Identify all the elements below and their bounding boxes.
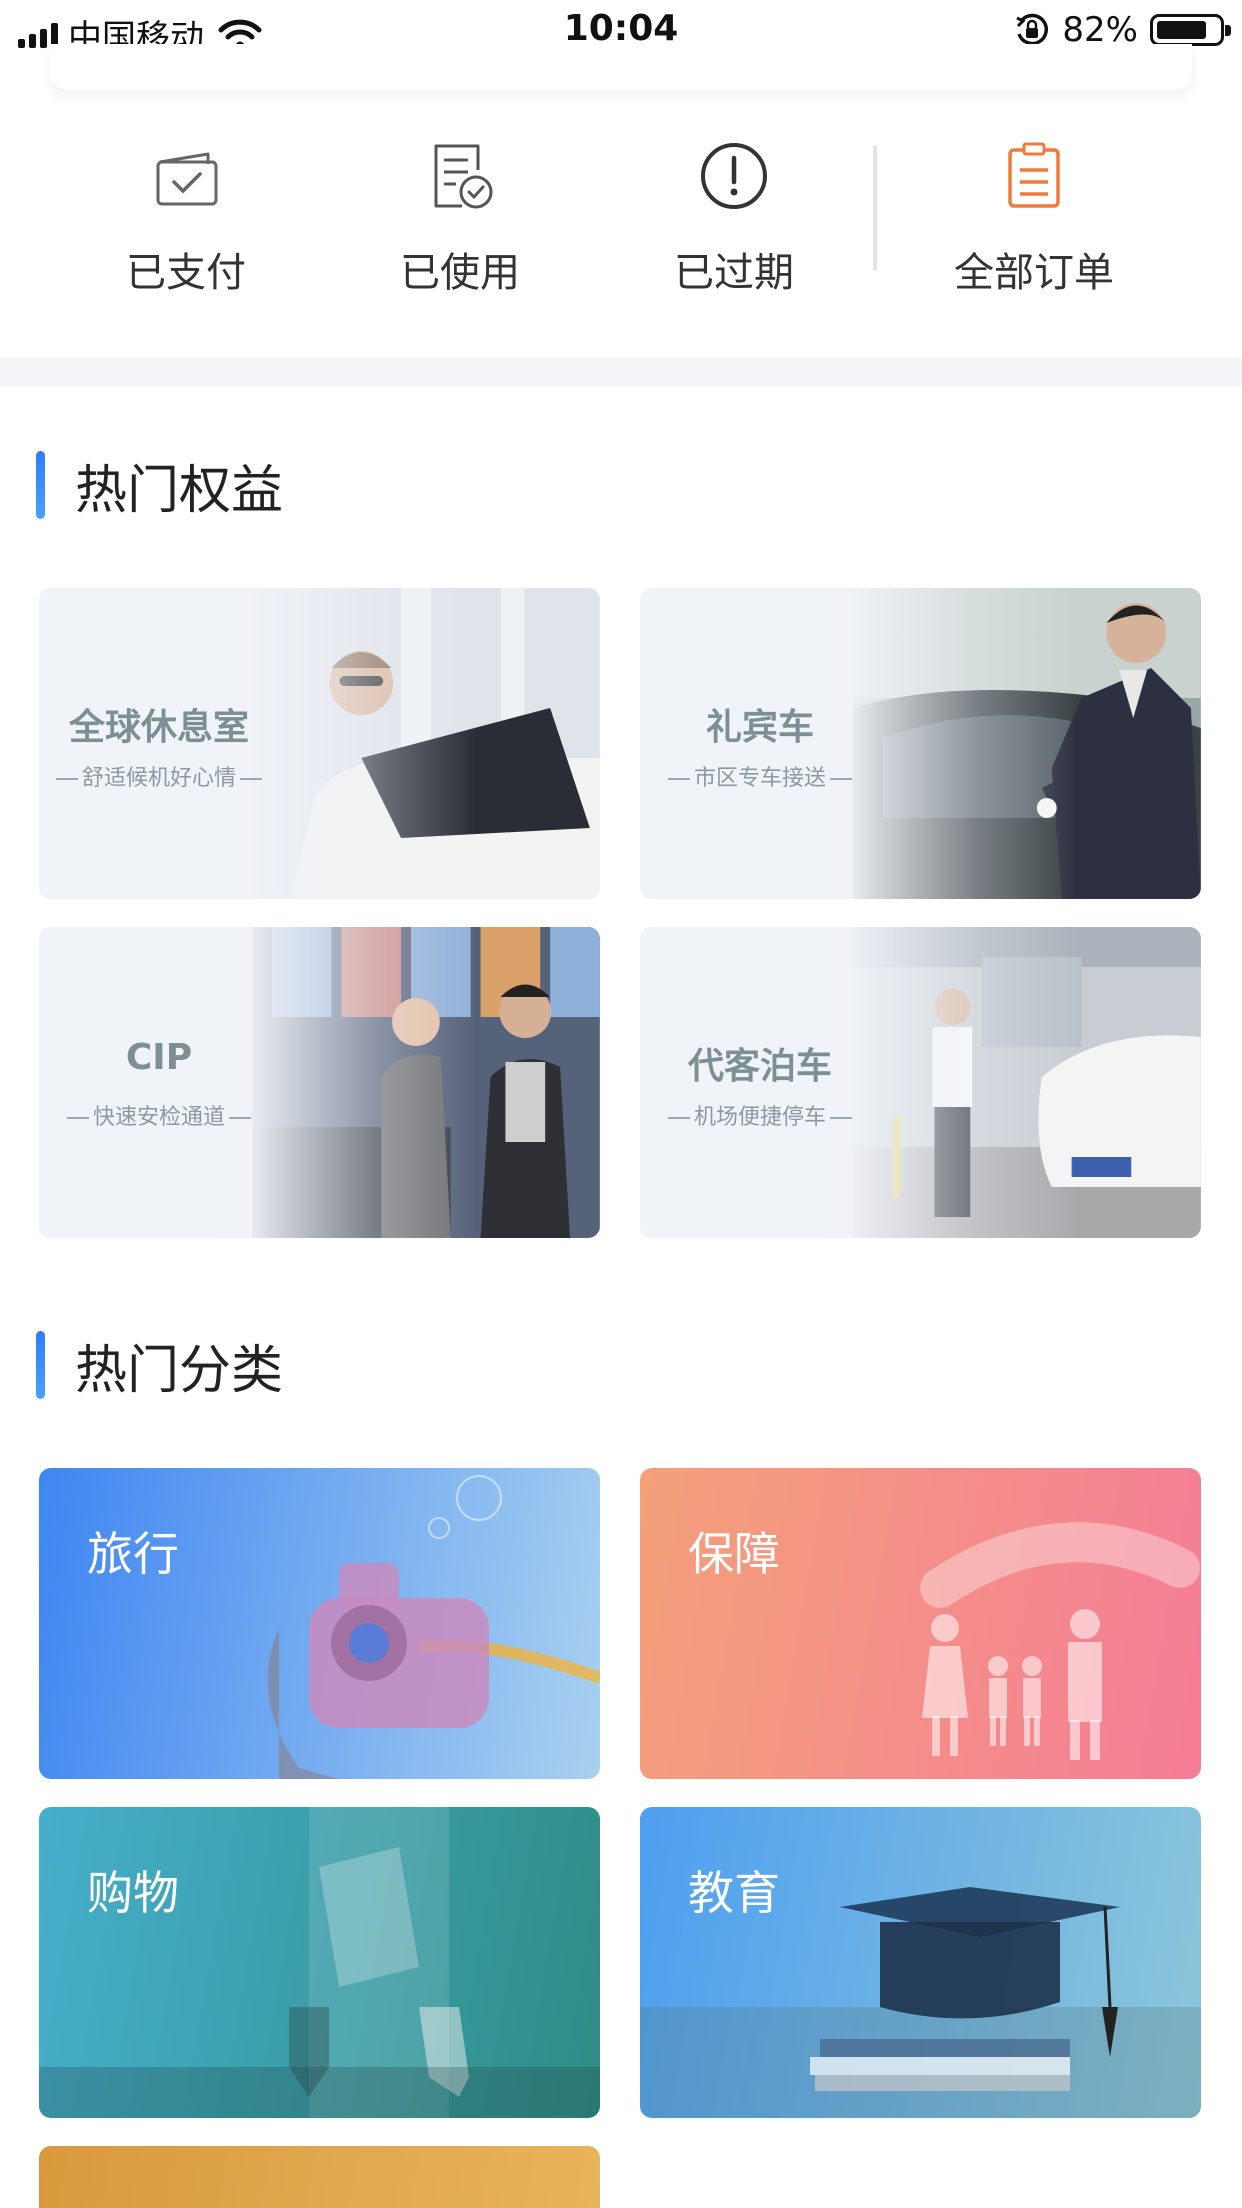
benefit-subtitle: 机场便捷停车 — [640, 1099, 880, 1131]
shopping-illustration — [39, 1807, 600, 2118]
category-label: 教育 — [688, 1866, 780, 1920]
benefit-card-cip[interactable]: CIP 快速安检通道 — [39, 927, 600, 1238]
benefit-subtitle: 市区专车接送 — [640, 760, 880, 792]
document-check-icon — [434, 144, 493, 209]
benefit-subtitle: 快速安检通道 — [39, 1099, 279, 1131]
category-card-shopping[interactable]: 购物 — [39, 1807, 600, 2118]
category-label: 保障 — [688, 1527, 780, 1581]
clipboard-list-icon — [1008, 142, 1060, 208]
family-illustration — [920, 1522, 1200, 1760]
benefit-card-lounge[interactable]: 全球休息室 舒适候机好心情 — [39, 588, 600, 899]
category-card-insurance[interactable]: 保障 — [640, 1468, 1201, 1779]
category-label: 旅行 — [87, 1527, 179, 1581]
camera-illustration — [267, 1475, 600, 1779]
hot-categories-title: 热门分类 — [75, 1340, 284, 1401]
hot-categories-heading: 热门分类 — [36, 1330, 284, 1401]
rotation-lock-icon — [1016, 13, 1049, 46]
battery-icon — [1150, 14, 1231, 46]
battery-fill — [1157, 21, 1206, 39]
order-expired-label: 已过期 — [674, 250, 794, 296]
order-status-row: 已支付 已使用 已过期 全部订单 — [0, 140, 1242, 320]
order-divider — [873, 146, 877, 270]
title-accent-bar — [36, 1331, 45, 1399]
benefit-title: 礼宾车 — [705, 707, 814, 748]
order-used[interactable]: 已使用 — [360, 140, 560, 298]
order-all-label: 全部订单 — [954, 250, 1114, 296]
order-used-label: 已使用 — [400, 250, 520, 296]
benefit-card-limo[interactable]: 礼宾车 市区专车接送 — [640, 588, 1201, 899]
title-accent-bar — [36, 451, 45, 519]
benefit-title: 全球休息室 — [68, 707, 249, 748]
exclamation-circle-icon — [701, 143, 767, 209]
order-paid[interactable]: 已支付 — [86, 140, 286, 298]
category-card-education[interactable]: 教育 — [640, 1807, 1201, 2118]
benefit-subtitle: 舒适候机好心情 — [39, 760, 279, 792]
category-label: 购物 — [87, 1866, 179, 1920]
order-paid-label: 已支付 — [126, 250, 246, 296]
category-card-partial[interactable] — [39, 2146, 600, 2208]
hot-benefits-title: 热门权益 — [75, 460, 284, 521]
graduation-illustration — [640, 1887, 1201, 2118]
section-divider — [0, 358, 1242, 386]
benefit-title: CIP — [125, 1037, 193, 1078]
benefit-title: 代客泊车 — [687, 1046, 832, 1087]
category-card-travel[interactable]: 旅行 — [39, 1468, 600, 1779]
wallet-check-icon — [156, 152, 218, 206]
benefit-card-valet[interactable]: 代客泊车 机场便捷停车 — [640, 927, 1201, 1238]
header-card-bottom — [50, 44, 1192, 90]
order-all[interactable]: 全部订单 — [934, 140, 1134, 298]
hot-benefits-heading: 热门权益 — [36, 450, 284, 521]
order-expired[interactable]: 已过期 — [634, 140, 834, 298]
